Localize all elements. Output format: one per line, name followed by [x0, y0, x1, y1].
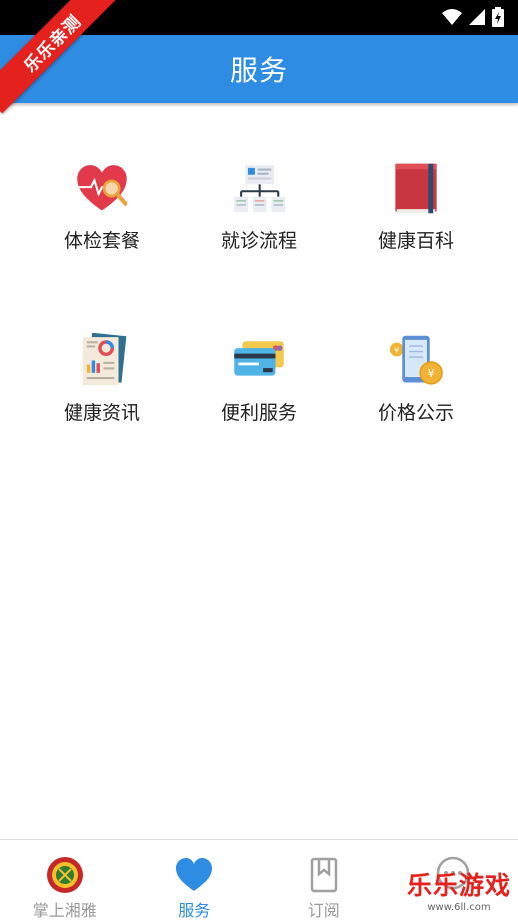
service-convenience[interactable]: 便利服务 — [179, 275, 339, 425]
bank-card-icon — [234, 341, 284, 376]
service-label: 健康资讯 — [63, 402, 140, 424]
flowchart-icon — [234, 165, 286, 212]
svg-text:¥: ¥ — [428, 367, 435, 380]
nav-label: 掌上湘雅 — [32, 901, 97, 920]
nav-tab-subscribe[interactable]: 订阅 — [259, 840, 389, 922]
service-label: 健康百科 — [377, 230, 454, 252]
nav-label: 服务 — [178, 901, 211, 920]
service-label: 便利服务 — [220, 402, 297, 424]
service-health-encyclopedia[interactable]: 健康百科 — [336, 103, 496, 253]
report-icon — [82, 333, 127, 386]
bookmark-icon — [310, 857, 337, 893]
page-title: 服务 — [229, 54, 288, 87]
service-visit-process[interactable]: 就诊流程 — [179, 103, 339, 253]
nav-tab-service[interactable]: 服务 — [130, 840, 260, 922]
status-icons — [442, 7, 504, 27]
nav-label: 订阅 — [307, 901, 340, 920]
service-label: 体检套餐 — [63, 230, 140, 252]
signal-icon — [469, 9, 485, 25]
service-health-checkup[interactable]: 体检套餐 — [22, 103, 182, 253]
phone-price-icon: ¥ ¥ — [389, 335, 443, 385]
service-label: 就诊流程 — [220, 230, 297, 252]
svg-text:¥: ¥ — [394, 345, 399, 355]
app-bar: 服务 — [0, 35, 518, 103]
service-label: 价格公示 — [377, 402, 454, 424]
service-price-disclosure[interactable]: ¥ ¥ 价格公示 — [336, 275, 496, 425]
battery-icon — [492, 7, 504, 27]
heart-icon — [176, 858, 213, 891]
corner-watermark-url: www.6ll.com — [427, 902, 491, 913]
wifi-icon — [442, 9, 462, 25]
corner-watermark-title: 乐乐游戏 — [406, 871, 511, 900]
corner-watermark: 乐乐游戏 www.6ll.com — [400, 870, 518, 922]
nav-tab-home[interactable]: 掌上湘雅 — [0, 840, 130, 922]
book-icon — [395, 163, 437, 214]
heart-checkup-icon — [77, 165, 128, 211]
service-health-news[interactable]: 健康资讯 — [22, 275, 182, 425]
hospital-emblem-icon — [46, 857, 83, 893]
